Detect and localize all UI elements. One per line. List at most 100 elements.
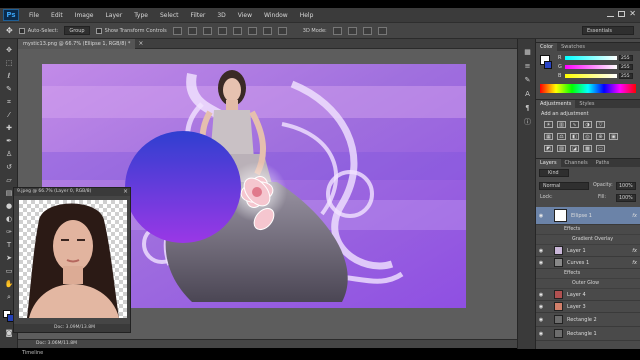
tab-swatches[interactable]: Swatches	[557, 43, 589, 51]
menu-window[interactable]: Window	[258, 12, 294, 19]
layer-name[interactable]: Rectangle 1	[567, 331, 640, 337]
color-spectrum[interactable]	[540, 84, 636, 93]
healing-brush-icon[interactable]: ✚	[3, 123, 15, 133]
menu-filter[interactable]: Filter	[185, 12, 212, 19]
timeline-tab[interactable]: Timeline	[22, 350, 43, 356]
layer-row-rectangle-1[interactable]: ◉ Rectangle 1	[536, 327, 640, 341]
menu-view[interactable]: View	[232, 12, 258, 19]
layer-kind-filter[interactable]: Kind	[539, 169, 569, 177]
layer-effects-row[interactable]: Effects	[536, 225, 640, 235]
red-track[interactable]	[565, 55, 617, 60]
roll-3d-icon[interactable]	[347, 26, 357, 35]
visibility-eye-icon[interactable]: ◉	[536, 260, 546, 266]
menu-file[interactable]: File	[23, 12, 45, 19]
visibility-eye-icon[interactable]: ◉	[536, 292, 546, 298]
fx-badge[interactable]: fx	[632, 213, 637, 219]
character-panel-icon[interactable]: A	[522, 89, 533, 98]
color-balance-icon[interactable]: ⚖	[557, 133, 566, 140]
posterize-icon[interactable]: ▨	[557, 145, 566, 152]
tab-close-icon[interactable]: ×	[138, 40, 143, 47]
paragraph-panel-icon[interactable]: ¶	[522, 103, 533, 112]
menu-3d[interactable]: 3D	[211, 12, 231, 19]
close-icon[interactable]: ✕	[629, 9, 636, 18]
transform-controls-checkbox[interactable]	[95, 27, 102, 34]
curves-icon[interactable]: ∿	[570, 121, 579, 128]
history-panel-icon[interactable]: ▦	[522, 47, 533, 56]
channel-mixer-icon[interactable]: ⊕	[596, 133, 605, 140]
visibility-eye-icon[interactable]: ◉	[536, 317, 546, 323]
red-value[interactable]: 255	[619, 54, 633, 61]
color-lookup-icon[interactable]: ▣	[609, 133, 618, 140]
floating-window-title[interactable]: 9.jpeg @ 66.7% (Layer 0, RGB/8)	[14, 188, 130, 196]
layer-name[interactable]: Layer 4	[567, 292, 640, 298]
slide-3d-icon[interactable]	[377, 26, 387, 35]
brush-tool-icon[interactable]: ✒	[3, 136, 15, 146]
visibility-eye-icon[interactable]: ◉	[536, 331, 546, 337]
layer-row-layer-1[interactable]: ◉ Layer 1 fx	[536, 245, 640, 257]
document-tab[interactable]: mystic13.png @ 66.7% (Ellipse 1, RGB/8) …	[18, 38, 136, 49]
align-middle-icon[interactable]	[187, 26, 197, 35]
floating-close-icon[interactable]: ×	[123, 188, 128, 195]
layer-row-layer-3[interactable]: ◉ Layer 3	[536, 301, 640, 313]
vibrance-icon[interactable]: ▽	[596, 121, 605, 128]
layer-row-rectangle-2[interactable]: ◉ Rectangle 2	[536, 313, 640, 327]
tab-styles[interactable]: Styles	[575, 100, 598, 108]
menu-layer[interactable]: Layer	[99, 12, 128, 19]
quick-select-tool-icon[interactable]: ✎	[3, 84, 15, 94]
gradient-map-icon[interactable]: ▭	[596, 145, 605, 152]
move-tool-icon[interactable]: ✥	[3, 45, 15, 55]
properties-panel-icon[interactable]: ≡	[522, 61, 533, 70]
minimize-icon[interactable]	[607, 11, 614, 17]
layer-name[interactable]: Layer 1	[567, 248, 632, 254]
blue-slider[interactable]: B 255	[558, 72, 638, 79]
info-panel-icon[interactable]: ⓘ	[522, 117, 533, 126]
floating-document-window[interactable]: 9.jpeg @ 66.7% (Layer 0, RGB/8) × Doc: 3…	[13, 187, 131, 333]
layer-name[interactable]: Layer 3	[567, 304, 640, 310]
align-left-icon[interactable]	[217, 26, 227, 35]
green-track[interactable]	[565, 64, 617, 69]
brightness-icon[interactable]: ☀	[544, 121, 553, 128]
history-brush-icon[interactable]: ↺	[3, 162, 15, 172]
align-right-icon[interactable]	[247, 26, 257, 35]
visibility-eye-icon[interactable]: ◉	[536, 213, 546, 219]
maximize-icon[interactable]	[618, 11, 625, 17]
layer-name[interactable]: Curves 1	[567, 260, 632, 266]
layer-name[interactable]: Rectangle 2	[567, 317, 640, 323]
fx-badge[interactable]: fx	[632, 248, 637, 254]
distribute-horizontal-icon[interactable]	[277, 26, 287, 35]
menu-help[interactable]: Help	[294, 12, 320, 19]
rotate-3d-icon[interactable]	[332, 26, 342, 35]
exposure-icon[interactable]: ◑	[583, 121, 592, 128]
tab-channels[interactable]: Channels	[561, 159, 592, 167]
layer-effects-row[interactable]: Effects	[536, 269, 640, 279]
layer-row-layer-4[interactable]: ◉ Layer 4	[536, 289, 640, 301]
floating-canvas[interactable]	[19, 200, 127, 318]
eyedropper-tool-icon[interactable]: ⁄	[3, 110, 15, 120]
tab-paths[interactable]: Paths	[592, 159, 614, 167]
menu-select[interactable]: Select	[154, 12, 185, 19]
black-white-icon[interactable]: ◧	[570, 133, 579, 140]
tab-adjustments[interactable]: Adjustments	[536, 100, 576, 108]
tab-layers[interactable]: Layers	[536, 159, 561, 167]
menu-image[interactable]: Image	[69, 12, 100, 19]
align-center-icon[interactable]	[232, 26, 242, 35]
tab-color[interactable]: Color	[536, 43, 558, 51]
color-background-swatch[interactable]	[544, 61, 552, 69]
blue-value[interactable]: 255	[619, 72, 633, 79]
green-value[interactable]: 255	[619, 63, 633, 70]
auto-select-option[interactable]: Auto-Select:	[18, 27, 58, 34]
outer-glow-effect[interactable]: Outer Glow	[536, 279, 640, 289]
layer-name[interactable]: Ellipse 1	[571, 213, 632, 219]
workspace-switcher[interactable]: Essentials	[582, 26, 634, 35]
opacity-input[interactable]: 100%	[616, 182, 636, 190]
clone-stamp-icon[interactable]: ♙	[3, 149, 15, 159]
invert-icon[interactable]: ◩	[544, 145, 553, 152]
transform-controls-option[interactable]: Show Transform Controls	[95, 27, 167, 34]
layer-row-ellipse-1[interactable]: ◉ Ellipse 1 fx	[536, 207, 640, 225]
auto-select-dropdown[interactable]: Group	[64, 26, 90, 35]
fx-badge[interactable]: fx	[632, 260, 637, 266]
align-top-icon[interactable]	[172, 26, 182, 35]
photo-filter-icon[interactable]: ◎	[583, 133, 592, 140]
eraser-tool-icon[interactable]: ▱	[3, 175, 15, 185]
menu-type[interactable]: Type	[128, 12, 154, 19]
